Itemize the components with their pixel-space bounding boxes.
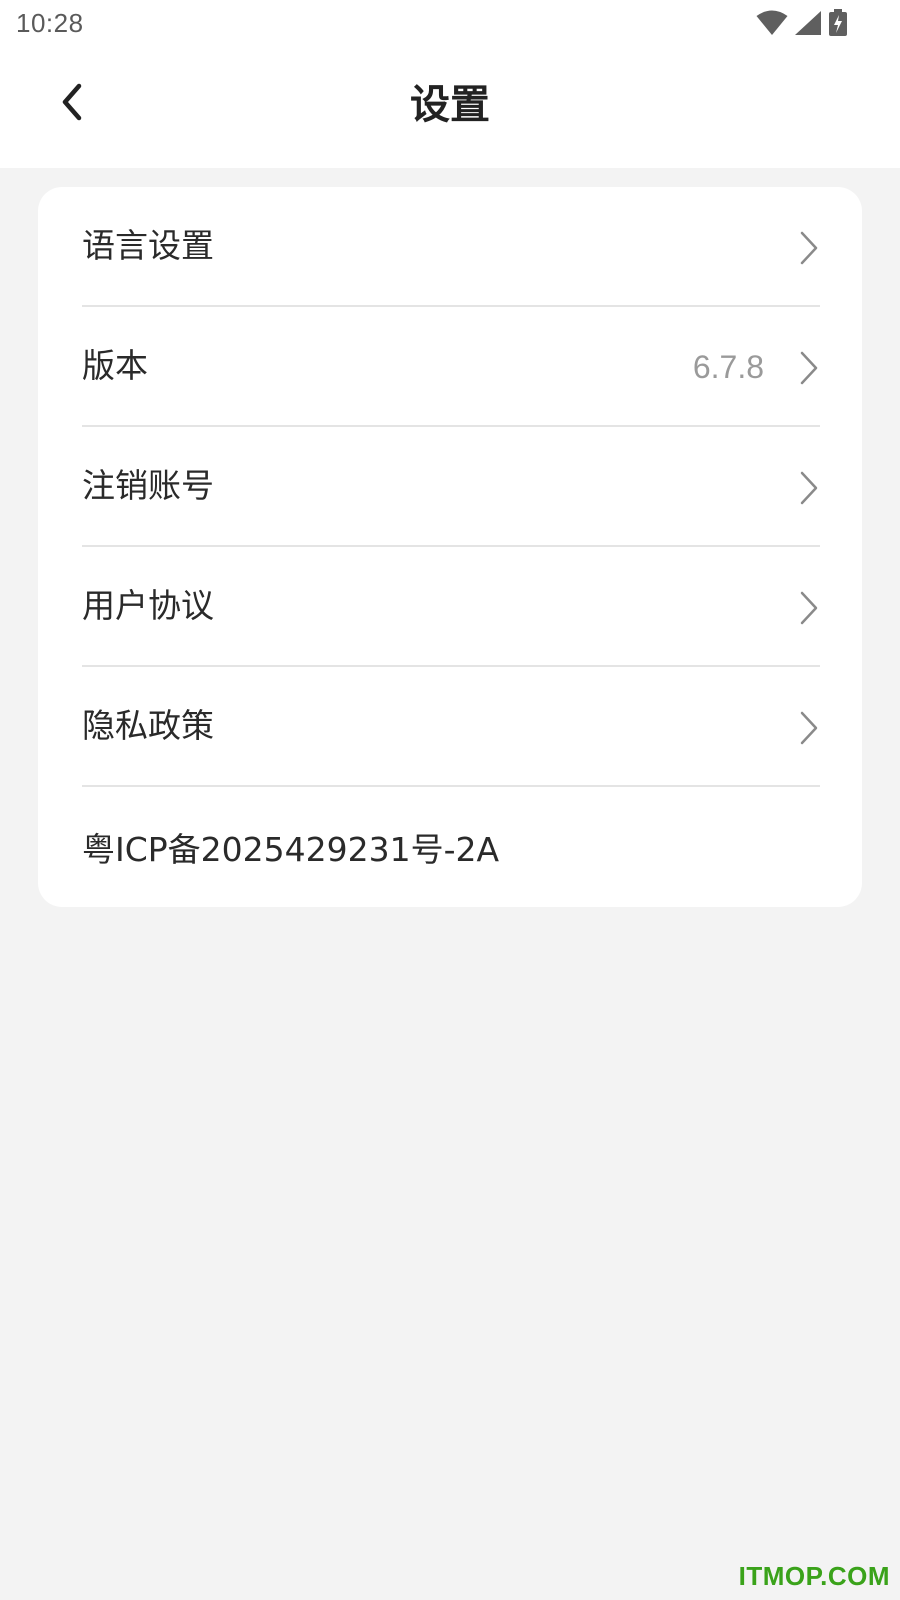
wifi-icon xyxy=(756,10,788,36)
settings-item-version[interactable]: 版本 6.7.8 xyxy=(82,307,820,427)
settings-item-label: 用户协议 xyxy=(82,586,214,625)
settings-item-user-agreement[interactable]: 用户协议 xyxy=(82,547,820,667)
chevron-right-icon xyxy=(798,471,820,505)
version-value: 6.7.8 xyxy=(692,349,764,385)
cellular-signal-icon xyxy=(794,10,822,36)
chevron-right-icon xyxy=(798,591,820,625)
chevron-right-icon xyxy=(798,351,820,385)
settings-item-delete-account[interactable]: 注销账号 xyxy=(82,427,820,547)
settings-item-label: 隐私政策 xyxy=(82,706,214,745)
icp-license-text: 粤ICP备2025429231号-2A xyxy=(82,830,500,869)
settings-item-privacy-policy[interactable]: 隐私政策 xyxy=(82,667,820,787)
settings-item-label: 版本 xyxy=(82,346,148,385)
page-title: 设置 xyxy=(410,82,490,128)
divider xyxy=(82,785,820,787)
status-time: 10:28 xyxy=(16,8,84,38)
settings-item-label: 注销账号 xyxy=(82,466,214,505)
status-icons xyxy=(756,8,848,38)
battery-charging-icon xyxy=(828,9,848,37)
chevron-right-icon xyxy=(798,231,820,265)
chevron-right-icon xyxy=(798,711,820,745)
settings-item-label: 语言设置 xyxy=(82,226,214,265)
watermark-text: ITMOP.COM xyxy=(738,1561,890,1591)
settings-item-language[interactable]: 语言设置 xyxy=(82,187,820,307)
navigation-bar: 设置 xyxy=(0,50,900,168)
status-bar: 10:28 xyxy=(0,0,900,50)
settings-card: 语言设置 版本 6.7.8 注销账号 用户协议 隐私政策 粤ICP备202542… xyxy=(38,187,862,907)
